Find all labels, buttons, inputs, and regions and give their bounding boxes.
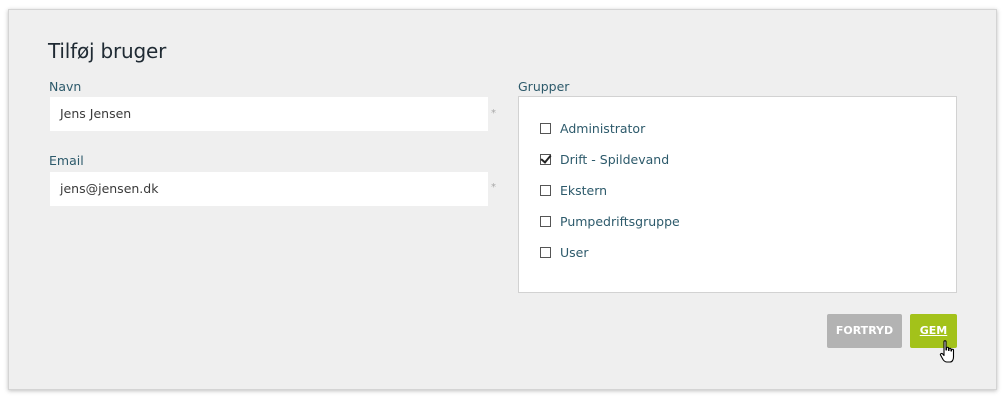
group-checkbox-pumpedriftsgruppe[interactable] (540, 215, 551, 227)
group-checkbox-administrator[interactable] (540, 122, 551, 134)
group-checkbox-drift-spildevand[interactable] (540, 153, 551, 165)
name-field[interactable]: Jens Jensen (50, 97, 488, 131)
groups-label: Grupper (518, 79, 570, 94)
add-user-panel: Tilføj bruger Navn Jens Jensen * Email j… (8, 9, 997, 390)
email-required-marker: * (491, 182, 496, 193)
group-checkbox-user[interactable] (540, 246, 551, 258)
group-item-drift-spildevand[interactable]: Drift - Spildevand (540, 150, 669, 168)
groups-list: Administrator Drift - Spildevand Ekstern… (518, 96, 957, 293)
hand-pointer-icon (939, 340, 955, 363)
name-required-marker: * (491, 108, 496, 119)
page-title: Tilføj bruger (48, 39, 167, 63)
cancel-button[interactable]: FORTRYD (827, 314, 902, 348)
group-label-administrator: Administrator (560, 120, 646, 136)
group-label-pumpedriftsgruppe: Pumpedriftsgruppe (560, 213, 680, 229)
email-field[interactable]: jens@jensen.dk (50, 172, 488, 206)
group-label-user: User (560, 244, 589, 260)
group-item-pumpedriftsgruppe[interactable]: Pumpedriftsgruppe (540, 212, 680, 230)
email-label: Email (49, 153, 84, 168)
group-checkbox-ekstern[interactable] (540, 184, 551, 196)
group-label-ekstern: Ekstern (560, 182, 608, 198)
name-label: Navn (49, 79, 82, 94)
group-label-drift-spildevand: Drift - Spildevand (560, 151, 670, 167)
group-item-user[interactable]: User (540, 243, 589, 261)
group-item-administrator[interactable]: Administrator (540, 119, 645, 137)
group-item-ekstern[interactable]: Ekstern (540, 181, 607, 199)
